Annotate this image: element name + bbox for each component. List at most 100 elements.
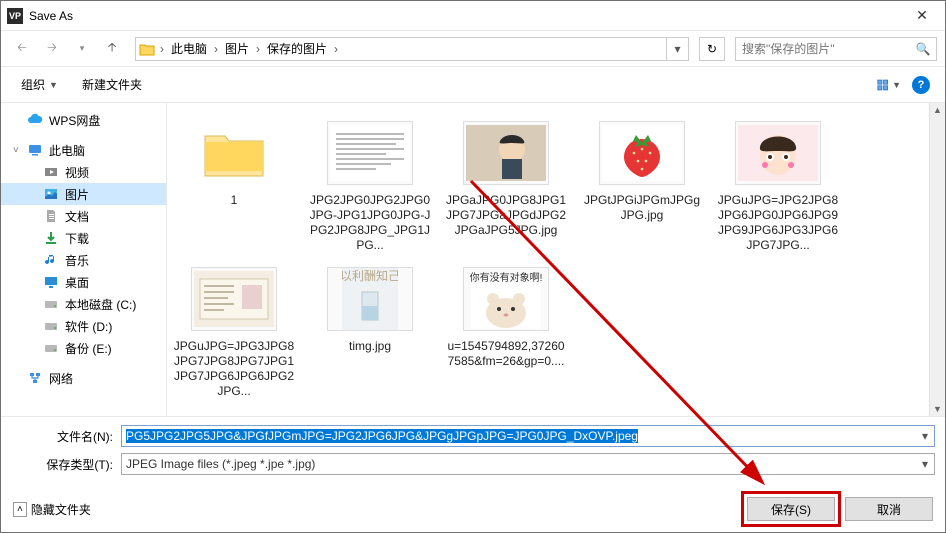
sidebar-item-11[interactable]: 网络 bbox=[1, 367, 166, 389]
chevron-right-icon[interactable]: › bbox=[158, 42, 166, 56]
expand-icon[interactable]: ˅ bbox=[13, 145, 19, 156]
thumbnail: 以利酬知己 bbox=[327, 263, 413, 335]
form-area: 文件名(N): PG5JPG2JPG5JPG&JPGfJPGmJPG=JPG2J… bbox=[1, 416, 945, 487]
cancel-button[interactable]: 取消 bbox=[845, 497, 933, 521]
sidebar-item-8[interactable]: 本地磁盘 (C:) bbox=[1, 293, 166, 315]
sidebar-item-2[interactable]: 视频 bbox=[1, 161, 166, 183]
sidebar-item-10[interactable]: 备份 (E:) bbox=[1, 337, 166, 359]
thumbnail bbox=[463, 117, 549, 189]
thumbnail bbox=[327, 117, 413, 189]
chevron-down-icon: ▼ bbox=[892, 80, 901, 90]
search-icon[interactable]: 🔍 bbox=[910, 42, 936, 56]
sidebar-item-label: 图片 bbox=[65, 186, 89, 203]
forward-button: 🡢 bbox=[39, 36, 65, 62]
organize-label: 组织 bbox=[21, 76, 45, 93]
chevron-right-icon[interactable]: › bbox=[254, 42, 262, 56]
close-button[interactable]: ✕ bbox=[899, 1, 945, 31]
desktop-icon bbox=[43, 274, 59, 290]
search-box[interactable]: 🔍 bbox=[735, 37, 937, 61]
image-item[interactable]: JPG2JPG0JPG2JPG0JPG-JPG1JPG0JPG-JPG2JPG8… bbox=[305, 113, 435, 257]
footer: ˄ 隐藏文件夹 保存(S) 取消 bbox=[1, 487, 945, 529]
image-item[interactable]: JPGtJPGiJPGmJPGgJPG.jpg bbox=[577, 113, 707, 257]
image-item[interactable]: 以利酬知己 timg.jpg bbox=[305, 259, 435, 403]
breadcrumb-part-2[interactable]: 保存的图片 bbox=[262, 38, 332, 59]
sidebar-item-3[interactable]: 图片 bbox=[1, 183, 166, 205]
thumbnail bbox=[191, 117, 277, 189]
video-icon bbox=[43, 164, 59, 180]
doc-icon bbox=[43, 208, 59, 224]
sidebar-item-5[interactable]: 下载 bbox=[1, 227, 166, 249]
filetype-field[interactable]: JPEG Image files (*.jpeg *.jpe *.jpg) ▾ bbox=[121, 453, 935, 475]
file-name: JPGtJPGiJPGmJPGgJPG.jpg bbox=[581, 193, 703, 223]
new-folder-button[interactable]: 新建文件夹 bbox=[74, 72, 150, 97]
thumbnail: 你有没有对象啊! bbox=[463, 263, 549, 335]
sidebar-item-9[interactable]: 软件 (D:) bbox=[1, 315, 166, 337]
disk-icon bbox=[43, 296, 59, 312]
view-options-button[interactable]: ▼ bbox=[877, 73, 901, 97]
sidebar-item-label: 备份 (E:) bbox=[65, 340, 112, 357]
sidebar-item-label: 网络 bbox=[49, 370, 73, 387]
breadcrumb-part-1[interactable]: 图片 bbox=[220, 38, 254, 59]
pic-icon bbox=[43, 186, 59, 202]
filename-field[interactable]: PG5JPG2JPG5JPG&JPGfJPGmJPG=JPG2JPG6JPG&J… bbox=[121, 425, 935, 447]
up-button[interactable]: 🡡 bbox=[99, 36, 125, 62]
titlebar: VP Save As ✕ bbox=[1, 1, 945, 31]
music-icon bbox=[43, 252, 59, 268]
help-button[interactable]: ? bbox=[909, 73, 933, 97]
sidebar-item-0[interactable]: WPS网盘 bbox=[1, 109, 166, 131]
folder-item[interactable]: 1 bbox=[169, 113, 299, 257]
down-icon bbox=[43, 230, 59, 246]
sidebar-item-label: 软件 (D:) bbox=[65, 318, 112, 335]
new-folder-label: 新建文件夹 bbox=[82, 76, 142, 93]
refresh-button[interactable]: ↻ bbox=[699, 37, 725, 61]
thumbnail bbox=[599, 117, 685, 189]
file-name: JPGuJPG=JPG3JPG8JPG7JPG8JPG7JPG1JPG7JPG6… bbox=[173, 339, 295, 399]
filename-label: 文件名(N): bbox=[11, 428, 121, 445]
chevron-right-icon[interactable]: › bbox=[212, 42, 220, 56]
image-item[interactable]: JPGuJPG=JPG2JPG8JPG6JPG0JPG6JPG9JPG9JPG6… bbox=[713, 113, 843, 257]
file-pane[interactable]: 1JPG2JPG0JPG2JPG0JPG-JPG1JPG0JPG-JPG2JPG… bbox=[167, 103, 945, 416]
chevron-up-icon: ˄ bbox=[13, 502, 27, 517]
sidebar-item-label: 此电脑 bbox=[49, 142, 85, 159]
thumbnail bbox=[735, 117, 821, 189]
file-name: JPG2JPG0JPG2JPG0JPG-JPG1JPG0JPG-JPG2JPG8… bbox=[309, 193, 431, 253]
recent-locations-button[interactable]: ▾ bbox=[69, 36, 95, 62]
file-name: timg.jpg bbox=[349, 339, 391, 354]
cloud-icon bbox=[27, 112, 43, 128]
pc-icon bbox=[27, 142, 43, 158]
disk-icon bbox=[43, 340, 59, 356]
breadcrumb-part-0[interactable]: 此电脑 bbox=[166, 38, 212, 59]
image-item[interactable]: JPGuJPG=JPG3JPG8JPG7JPG8JPG7JPG1JPG7JPG6… bbox=[169, 259, 299, 403]
sidebar-item-label: 桌面 bbox=[65, 274, 89, 291]
hide-folders-button[interactable]: ˄ 隐藏文件夹 bbox=[13, 501, 91, 518]
organize-menu[interactable]: 组织 ▼ bbox=[13, 72, 66, 97]
sidebar-item-1[interactable]: ˅ 此电脑 bbox=[1, 139, 166, 161]
sidebar-item-6[interactable]: 音乐 bbox=[1, 249, 166, 271]
file-name: JPGuJPG=JPG2JPG8JPG6JPG0JPG6JPG9JPG9JPG6… bbox=[717, 193, 839, 253]
breadcrumb[interactable]: › 此电脑 › 图片 › 保存的图片 › ▾ bbox=[135, 37, 689, 61]
app-icon: VP bbox=[7, 8, 23, 24]
sidebar-item-label: 文档 bbox=[65, 208, 89, 225]
search-input[interactable] bbox=[736, 42, 910, 56]
content-area: WPS网盘 ˅ 此电脑视频图片文档下载音乐桌面本地磁盘 (C:) 软件 (D:) 备份 … bbox=[1, 103, 945, 416]
image-item[interactable]: 你有没有对象啊!u=1545794892,372607585&fm=26&gp=… bbox=[441, 259, 571, 403]
filename-value[interactable]: PG5JPG2JPG5JPG&JPGfJPGmJPG=JPG2JPG6JPG&J… bbox=[126, 429, 638, 443]
chevron-right-icon[interactable]: › bbox=[332, 42, 340, 56]
sidebar-item-4[interactable]: 文档 bbox=[1, 205, 166, 227]
thumbnail bbox=[191, 263, 277, 335]
scroll-down-icon[interactable]: ▼ bbox=[933, 404, 942, 414]
filename-dropdown[interactable]: ▾ bbox=[916, 429, 934, 443]
sidebar-item-label: WPS网盘 bbox=[49, 112, 100, 129]
save-button[interactable]: 保存(S) bbox=[747, 497, 835, 521]
filetype-dropdown[interactable]: ▾ bbox=[916, 457, 934, 471]
disk-icon bbox=[43, 318, 59, 334]
breadcrumb-dropdown[interactable]: ▾ bbox=[666, 38, 688, 60]
sidebar-item-7[interactable]: 桌面 bbox=[1, 271, 166, 293]
sidebar-item-label: 本地磁盘 (C:) bbox=[65, 296, 136, 313]
chevron-down-icon: ▼ bbox=[49, 80, 58, 90]
sidebar-item-label: 视频 bbox=[65, 164, 89, 181]
scroll-up-icon[interactable]: ▲ bbox=[933, 105, 942, 115]
image-item[interactable]: JPGaJPG0JPG8JPG1JPG7JPGaJPGdJPG2JPGaJPG5… bbox=[441, 113, 571, 257]
vertical-scrollbar[interactable]: ▲ ▼ bbox=[929, 103, 945, 416]
back-button[interactable]: 🡠 bbox=[9, 36, 35, 62]
